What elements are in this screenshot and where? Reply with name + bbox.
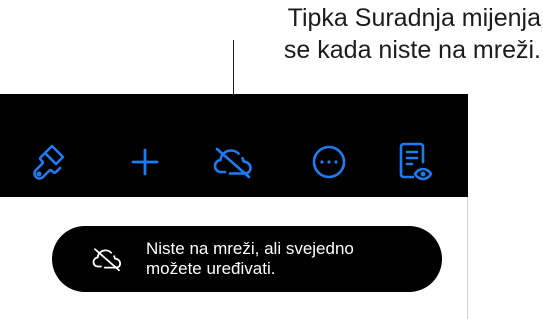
reading-view-button[interactable] (392, 139, 438, 185)
insert-button[interactable] (122, 139, 168, 185)
paintbrush-icon (33, 144, 65, 180)
callout-line-2: se kada niste na mreži. (283, 36, 541, 64)
callout-text: Tipka Suradnja mijenja se kada niste na … (225, 2, 541, 66)
format-button[interactable] (26, 139, 72, 185)
toast-line-1: Niste na mreži, ali svejedno (146, 239, 354, 258)
cloud-offline-icon (213, 147, 252, 179)
collaborate-button[interactable] (210, 139, 256, 185)
cloud-offline-icon (92, 248, 122, 272)
toast-message: Niste na mreži, ali svejedno možete uređ… (146, 239, 436, 279)
more-icon (312, 145, 346, 179)
plus-icon (131, 148, 159, 176)
toolbar (0, 94, 468, 197)
screen: Tipka Suradnja mijenja se kada niste na … (0, 0, 543, 319)
callout-line-1: Tipka Suradnja mijenja (287, 4, 541, 32)
reading-view-icon (399, 142, 433, 181)
offline-toast: Niste na mreži, ali svejedno možete uređ… (52, 226, 442, 292)
more-button[interactable] (306, 139, 352, 185)
toast-line-2: možete uređivati. (146, 259, 276, 278)
